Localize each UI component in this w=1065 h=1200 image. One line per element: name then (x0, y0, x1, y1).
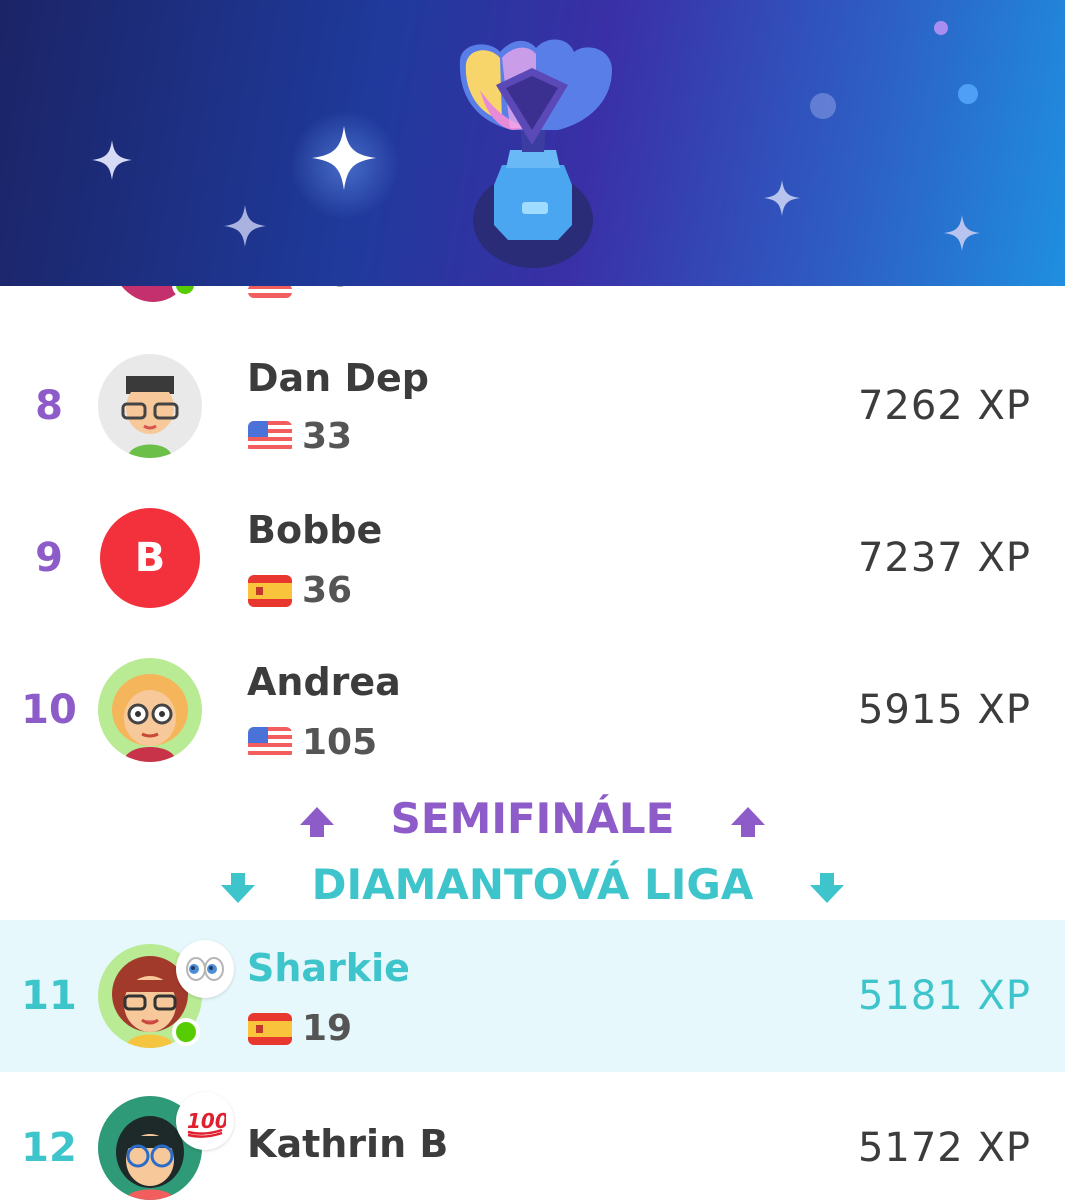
user-name: Sharkie (247, 946, 410, 990)
arrow-up-icon (299, 806, 334, 837)
sparkle-icon (764, 180, 800, 216)
sparkle-icon (944, 215, 980, 251)
hundred-points-emoji-icon: 100 (176, 1092, 234, 1150)
arrow-down-icon (810, 872, 845, 903)
streak-count: 36 (302, 570, 353, 611)
arrow-up-icon (731, 806, 766, 837)
online-status-dot (172, 1018, 200, 1046)
us-flag-icon (248, 726, 292, 759)
avatar: B (100, 508, 200, 608)
xp-value: 7262 XP (857, 383, 1031, 429)
rank-number: 11 (21, 973, 77, 1019)
sparkle-icon (224, 205, 266, 247)
es-flag-icon (248, 574, 292, 607)
leaderboard-row[interactable]: 9 B Bobbe 36 7237 XP (0, 482, 1065, 634)
streak-count: 105 (302, 722, 378, 763)
streak-count: 19 (302, 1008, 353, 1049)
user-name: Dan Dep (247, 356, 429, 400)
sparkle-icon (312, 126, 376, 190)
user-name: Andrea (247, 660, 401, 704)
sparkle-icon (92, 140, 132, 180)
leaderboard-row[interactable]: 12 100 Kathrin B 5172 XP (0, 1072, 1065, 1200)
avatar (98, 354, 202, 458)
us-flag-icon (248, 420, 292, 453)
leaderboard-row[interactable]: 10 Andrea 105 5915 XP (0, 634, 1065, 786)
promotion-zone-label: SEMIFINÁLE (390, 794, 675, 843)
demotion-zone-divider: DIAMANTOVÁ LIGA (0, 860, 1065, 909)
rank-number: 9 (35, 535, 63, 581)
avatar (98, 658, 202, 762)
diamond-trophy-icon (459, 39, 612, 268)
streak-count: 33 (302, 416, 353, 457)
user-name: Bobbe (247, 508, 383, 552)
user-name: Kathrin B (247, 1122, 449, 1166)
demotion-zone-label: DIAMANTOVÁ LIGA (311, 860, 754, 909)
rank-number: 10 (21, 687, 77, 733)
arrow-down-icon (220, 872, 255, 903)
league-banner (0, 0, 1065, 286)
promotion-zone-divider: SEMIFINÁLE (0, 794, 1065, 843)
xp-value: 5181 XP (857, 973, 1031, 1019)
xp-value: 7237 XP (857, 535, 1031, 581)
rank-number: 8 (35, 383, 63, 429)
xp-value: 5172 XP (857, 1125, 1031, 1171)
leaderboard-row[interactable]: 8 Dan Dep 33 7262 XP (0, 330, 1065, 482)
rank-number: 12 (21, 1125, 77, 1171)
leaderboard-row-current-user[interactable]: 11 Sharkie 19 5181 XP (0, 920, 1065, 1072)
es-flag-icon (248, 1012, 292, 1045)
eyes-emoji-icon (176, 940, 234, 998)
xp-value: 5915 XP (857, 687, 1031, 733)
